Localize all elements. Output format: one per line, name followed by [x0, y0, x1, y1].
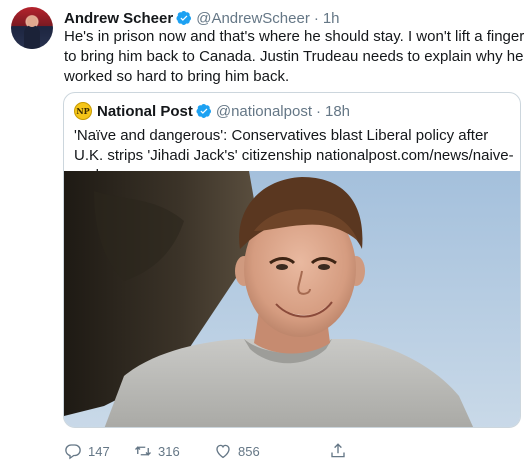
retweet-icon [135, 446, 151, 456]
quoted-header-separator: · [315, 102, 321, 120]
quoted-tweet-photo[interactable] [64, 171, 520, 427]
quoted-tweet-card[interactable]: NP National Post @nationalpost · 18h 'Na… [63, 92, 521, 428]
heart-icon [216, 444, 230, 459]
avatar-head [27, 16, 37, 27]
share-button[interactable] [329, 440, 347, 462]
verified-badge-icon [176, 11, 192, 25]
author-avatar[interactable] [11, 7, 53, 49]
quoted-tweet-header: NP National Post @nationalpost · 18h [74, 101, 350, 121]
photo-illustration [64, 171, 520, 427]
avatar-figure [24, 25, 40, 49]
quoted-timestamp[interactable]: 18h [325, 103, 350, 120]
like-count: 856 [238, 443, 260, 459]
tweet-action-bar: 147 316 856 [64, 440, 364, 462]
like-button[interactable]: 856 [214, 440, 260, 462]
tweet-text: He's in prison now and that's where he s… [64, 28, 525, 85]
logo-text: NP [76, 106, 90, 116]
tweet[interactable]: Andrew Scheer @AndrewScheer · 1h He's in… [0, 0, 531, 465]
share-icon [331, 443, 345, 458]
reply-icon [65, 444, 81, 460]
tweet-header: Andrew Scheer @AndrewScheer · 1h [64, 8, 340, 28]
national-post-logo: NP [74, 102, 92, 120]
quoted-author-name[interactable]: National Post [97, 103, 193, 120]
reply-button[interactable]: 147 [64, 440, 110, 462]
retweet-count: 316 [158, 443, 180, 459]
reply-count: 147 [88, 443, 110, 459]
tweet-timestamp[interactable]: 1h [323, 10, 340, 27]
quoted-author-handle[interactable]: @nationalpost [216, 103, 312, 120]
author-name[interactable]: Andrew Scheer [64, 10, 173, 27]
header-separator: · [313, 9, 319, 27]
verified-badge-icon [196, 104, 211, 118]
author-handle[interactable]: @AndrewScheer [196, 10, 310, 27]
retweet-button[interactable]: 316 [134, 440, 180, 462]
